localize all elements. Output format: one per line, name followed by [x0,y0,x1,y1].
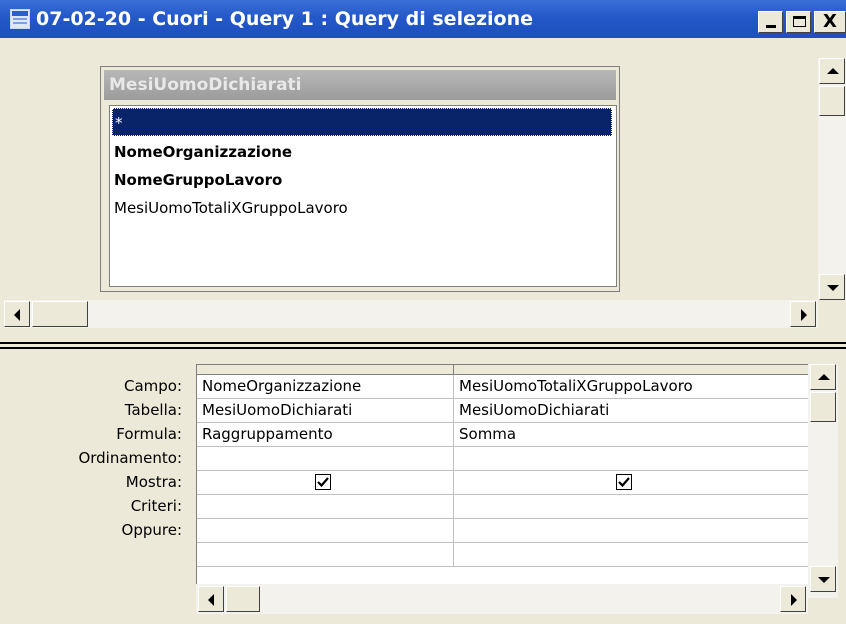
arrow-down-icon [827,285,839,291]
grid-cell-criteri[interactable] [197,495,454,519]
grid-cell-tabella[interactable]: MesiUomoDichiarati [197,399,454,423]
grid-cell-mostra [197,471,454,495]
field-list: * NomeOrganizzazione NomeGruppoLavoro Me… [109,105,617,287]
close-button[interactable]: X [814,11,846,33]
scroll-right-button[interactable] [790,301,816,327]
close-icon: X [823,11,837,32]
checkmark-icon [618,477,630,488]
scroll-thumb[interactable] [226,586,260,612]
minimize-button[interactable] [758,11,783,33]
show-checkbox[interactable] [315,474,331,490]
row-label-oppure: Oppure: [121,521,182,539]
scroll-thumb[interactable] [32,301,88,327]
design-grid-pane: Campo: Tabella: Formula: Ordinamento: Mo… [0,352,846,624]
field-list-item-nomeorganizzazione[interactable]: NomeOrganizzazione [112,138,612,166]
grid-cell-mostra [454,471,809,495]
grid-cell-campo[interactable]: NomeOrganizzazione [197,375,454,399]
row-label-criteri: Criteri: [130,497,182,515]
pane-splitter[interactable] [0,338,846,352]
field-list-window[interactable]: MesiUomoDichiarati * NomeOrganizzazione … [100,66,620,292]
scroll-down-button[interactable] [819,274,845,300]
row-label-ordinamento: Ordinamento: [78,449,182,467]
arrow-right-icon [791,594,797,606]
arrow-right-icon [801,309,807,321]
title-bar[interactable]: 07-02-20 - Cuori - Query 1 : Query di se… [0,0,846,38]
show-checkbox[interactable] [616,474,632,490]
query-design-icon[interactable] [10,9,30,29]
grid-horizontal-scrollbar[interactable] [196,584,808,614]
table-pane-horizontal-scrollbar[interactable] [4,300,818,328]
column-selector[interactable] [454,365,809,375]
grid-cell-campo[interactable]: MesiUomoTotaliXGruppoLavoro [454,375,809,399]
checkmark-icon [317,477,329,488]
grid-vertical-scrollbar[interactable] [808,364,838,598]
field-list-item-mesiuomototali[interactable]: MesiUomoTotaliXGruppoLavoro [112,194,612,222]
grid-cell-formula[interactable]: Raggruppamento [197,423,454,447]
scroll-down-button[interactable] [810,566,836,592]
query-design-window: 07-02-20 - Cuori - Query 1 : Query di se… [0,0,846,624]
grid-cell-empty[interactable] [197,543,454,567]
grid-cell-ordinamento[interactable] [454,447,809,471]
table-pane-vertical-scrollbar[interactable] [818,58,846,300]
grid-cell-oppure[interactable] [454,519,809,543]
maximize-icon [793,16,806,27]
field-list-item-nomegruppolavoro[interactable]: NomeGruppoLavoro [112,166,612,194]
row-label-formula: Formula: [116,425,182,443]
table-pane: MesiUomoDichiarati * NomeOrganizzazione … [0,38,846,338]
minimize-icon [766,25,776,28]
maximize-button[interactable] [786,11,811,33]
grid-cell-formula[interactable]: Somma [454,423,809,447]
arrow-left-icon [14,309,20,321]
scroll-right-button[interactable] [780,586,806,612]
grid-cell-ordinamento[interactable] [197,447,454,471]
scroll-thumb[interactable] [810,392,836,422]
window-title: 07-02-20 - Cuori - Query 1 : Query di se… [36,8,534,30]
grid-cell-criteri[interactable] [454,495,809,519]
row-label-tabella: Tabella: [124,401,182,419]
row-label-campo: Campo: [123,377,182,395]
row-label-mostra: Mostra: [125,473,182,491]
arrow-up-icon [818,374,830,380]
arrow-up-icon [827,68,839,74]
scroll-up-button[interactable] [810,364,836,390]
scroll-left-button[interactable] [198,586,224,612]
arrow-down-icon [818,577,830,583]
scroll-up-button[interactable] [819,58,845,84]
field-list-item-all[interactable]: * [112,108,612,136]
field-list-title[interactable]: MesiUomoDichiarati [104,70,616,100]
scroll-thumb[interactable] [819,86,845,116]
column-selector[interactable] [197,365,454,375]
grid-cell-oppure[interactable] [197,519,454,543]
grid-cell-tabella[interactable]: MesiUomoDichiarati [454,399,809,423]
grid-cell-empty[interactable] [454,543,809,567]
design-grid: NomeOrganizzazione MesiUomoDichiarati Ra… [196,364,809,598]
arrow-left-icon [208,594,214,606]
scroll-left-button[interactable] [4,301,30,327]
